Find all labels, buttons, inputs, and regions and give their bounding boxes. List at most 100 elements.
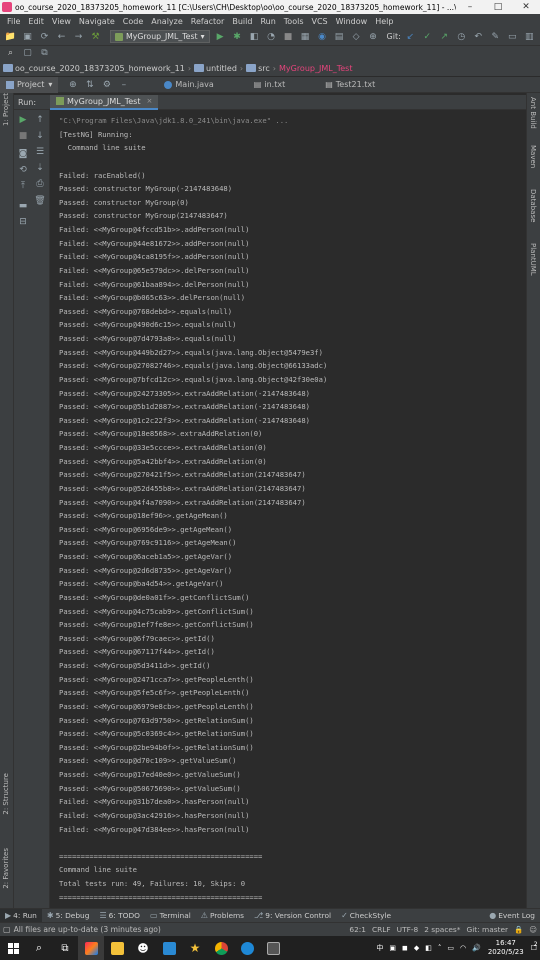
- wifi-icon[interactable]: ◠: [457, 944, 469, 952]
- minimize-button[interactable]: –: [456, 2, 484, 12]
- menu-analyze[interactable]: Analyze: [147, 17, 187, 26]
- file-encoding[interactable]: UTF-8: [394, 925, 422, 934]
- favorites-tool-window-button[interactable]: 2: Favorites: [2, 848, 10, 889]
- menu-window[interactable]: Window: [332, 17, 372, 26]
- forward-icon[interactable]: →: [72, 30, 85, 43]
- tool-window-terminal[interactable]: ▭ Terminal: [145, 909, 196, 923]
- layout-grid-icon[interactable]: ▬: [17, 200, 29, 212]
- structure-tool-window-button[interactable]: 2: Structure: [2, 773, 10, 815]
- camera-icon[interactable]: ◙: [17, 148, 29, 160]
- sdk-icon[interactable]: ▤: [333, 30, 346, 43]
- menu-run[interactable]: Run: [256, 17, 279, 26]
- project-tool-window-button[interactable]: 1: Project: [2, 93, 10, 126]
- run-tab[interactable]: MyGroup_JML_Test ×: [50, 94, 159, 110]
- tool-window-run[interactable]: ▶ 4: Run: [0, 908, 42, 923]
- tab-in-txt[interactable]: ▤ in.txt: [244, 77, 295, 93]
- search-everywhere-icon[interactable]: ◉: [316, 30, 329, 43]
- open-folder-icon[interactable]: 📁: [4, 30, 17, 43]
- git-rollback-icon[interactable]: ↶: [472, 30, 485, 43]
- volume-icon[interactable]: 🔊: [469, 944, 484, 952]
- scroll-to-end-icon[interactable]: ⇣: [34, 162, 46, 174]
- export-icon[interactable]: ⤒: [17, 180, 29, 192]
- notification-center-icon[interactable]: ☐ 2: [528, 941, 540, 952]
- star-app-icon[interactable]: ★: [182, 936, 208, 960]
- breadcrumb-file[interactable]: MyGroup_JML_Test: [279, 64, 352, 73]
- git-commit-icon[interactable]: ✓: [421, 30, 434, 43]
- breadcrumb-module[interactable]: untitled: [194, 64, 237, 73]
- tray-app-icon[interactable]: ◆: [411, 944, 422, 952]
- file-explorer-icon[interactable]: [104, 936, 130, 960]
- menu-vcs[interactable]: VCS: [308, 17, 332, 26]
- stop-icon[interactable]: ■: [282, 30, 295, 43]
- vscode-icon[interactable]: [156, 936, 182, 960]
- battery-icon[interactable]: ▭: [444, 944, 457, 952]
- debug-icon[interactable]: ✱: [231, 30, 244, 43]
- project-structure-icon[interactable]: ▦: [299, 30, 312, 43]
- restore-layout-icon[interactable]: ⟲: [17, 164, 29, 176]
- terminal-toolbar-icon[interactable]: ▭: [506, 30, 519, 43]
- windows-start-icon[interactable]: [0, 936, 26, 960]
- save-all-icon[interactable]: ▣: [21, 30, 34, 43]
- menu-edit[interactable]: Edit: [24, 17, 48, 26]
- indent-settings[interactable]: 2 spaces*: [421, 925, 463, 934]
- tab-main-java[interactable]: Main.java: [154, 77, 223, 93]
- tray-app-icon[interactable]: ▣: [386, 944, 399, 952]
- maximize-button[interactable]: □: [484, 2, 512, 12]
- search-icon[interactable]: ⌕: [4, 47, 17, 60]
- run-configuration-selector[interactable]: MyGroup_JML_Test ▾: [110, 30, 210, 43]
- input-method-indicator[interactable]: 中: [373, 943, 386, 953]
- tool-window-checkstyle[interactable]: ✓ CheckStyle: [336, 909, 396, 923]
- menu-code[interactable]: Code: [119, 17, 147, 26]
- sync-icon[interactable]: ⟳: [38, 30, 51, 43]
- close-icon[interactable]: ×: [146, 97, 152, 105]
- run-icon[interactable]: ▶: [214, 30, 227, 43]
- menu-file[interactable]: File: [3, 17, 24, 26]
- lock-icon[interactable]: 🔒: [511, 925, 526, 934]
- print-icon[interactable]: ⎙: [34, 178, 46, 190]
- minus-icon[interactable]: –: [117, 78, 130, 91]
- tray-app-icon[interactable]: ◧: [422, 944, 435, 952]
- back-icon[interactable]: ←: [55, 30, 68, 43]
- breadcrumb-project[interactable]: oo_course_2020_18373205_homework_11: [3, 64, 185, 73]
- clock[interactable]: 16:47 2020/5/23: [484, 939, 528, 957]
- git-branch[interactable]: Git: master: [463, 925, 511, 934]
- collapse-icon[interactable]: ⇅: [83, 78, 96, 91]
- tool-window-problems[interactable]: ⚠ Problems: [196, 909, 249, 923]
- search-icon[interactable]: ⌕: [26, 936, 52, 960]
- tab-test21-txt[interactable]: ▤ Test21.txt: [315, 77, 385, 93]
- tool-window-event-log[interactable]: ● Event Log: [484, 909, 540, 923]
- plantuml-button[interactable]: PlantUML: [529, 243, 537, 276]
- pin-icon[interactable]: ⊕: [367, 30, 380, 43]
- console-output[interactable]: "C:\Program Files\Java\jdk1.8.0_241\bin\…: [51, 110, 526, 908]
- line-separator[interactable]: CRLF: [369, 925, 394, 934]
- menu-help[interactable]: Help: [371, 17, 397, 26]
- plugin-icon[interactable]: ⧉: [38, 47, 51, 60]
- globe-icon[interactable]: ⊕: [66, 78, 79, 91]
- tool-window-vcs[interactable]: ⎇ 9: Version Control: [249, 909, 336, 923]
- task-view-icon[interactable]: ⧉: [52, 936, 78, 960]
- menu-view[interactable]: View: [48, 17, 75, 26]
- coverage-icon[interactable]: ◧: [248, 30, 261, 43]
- panel-toggle-icon[interactable]: ▢: [0, 925, 11, 934]
- database-button[interactable]: Database: [529, 189, 537, 222]
- intellij-taskbar-icon[interactable]: [78, 936, 104, 960]
- menu-navigate[interactable]: Navigate: [75, 17, 119, 26]
- project-view-button[interactable]: Project ▾: [0, 76, 59, 93]
- profile-icon[interactable]: ◔: [265, 30, 278, 43]
- close-button[interactable]: ✕: [512, 2, 540, 12]
- edge-icon[interactable]: [234, 936, 260, 960]
- git-push-icon[interactable]: ↗: [438, 30, 451, 43]
- ant-build-button[interactable]: Ant Build: [529, 97, 537, 129]
- caret-position[interactable]: 62:1: [346, 925, 369, 934]
- tool-window-todo[interactable]: ☰ 6: TODO: [94, 909, 145, 923]
- wrap-icon[interactable]: ☰: [34, 146, 46, 158]
- rerun-icon[interactable]: ▶: [17, 114, 29, 126]
- tray-app-icon[interactable]: ◼: [399, 944, 411, 952]
- maven-button[interactable]: Maven: [529, 145, 537, 168]
- chrome-icon[interactable]: [208, 936, 234, 960]
- scroll-up-icon[interactable]: ↑: [34, 114, 46, 126]
- trash-icon[interactable]: 🗑: [34, 195, 46, 207]
- build-hammer-icon[interactable]: ⚒: [89, 30, 102, 43]
- git-history-icon[interactable]: ◷: [455, 30, 468, 43]
- structure-icon[interactable]: ▢: [21, 47, 34, 60]
